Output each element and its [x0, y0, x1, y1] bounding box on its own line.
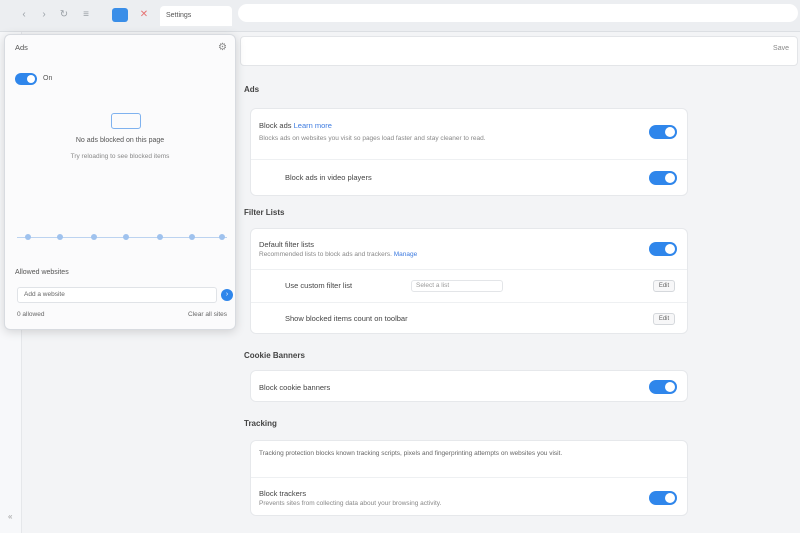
block-ads-label: Block ads: [259, 121, 292, 130]
tracking-card: Tracking protection blocks known trackin…: [250, 440, 688, 516]
block-ads-description: Blocks ads on websites you visit so page…: [259, 135, 486, 142]
popup-title: Ads: [15, 43, 28, 52]
chart-axis: [17, 237, 227, 238]
custom-filter-edit-button[interactable]: Edit: [653, 280, 675, 292]
stop-icon[interactable]: ✕: [138, 9, 150, 21]
extension-icon[interactable]: [112, 8, 128, 22]
block-cookie-banners-toggle[interactable]: [649, 380, 677, 394]
popup-submessage: Try reloading to see blocked items: [70, 153, 170, 160]
video-ads-row: Block ads in video players: [251, 159, 687, 197]
chart-dot: [219, 234, 225, 240]
filter-lists-card: Default filter lists Recommended lists t…: [250, 228, 688, 334]
popup-toggle-label: On: [43, 75, 53, 82]
tracking-description: Tracking protection blocks known trackin…: [259, 450, 563, 457]
allowed-websites-label: Allowed websites: [15, 269, 69, 276]
block-trackers-row: Block trackers Prevents sites from colle…: [251, 477, 687, 517]
popup-activity-chart: [17, 225, 227, 249]
custom-filter-select[interactable]: Select a list: [411, 280, 503, 292]
gear-icon[interactable]: ⚙: [218, 42, 227, 53]
custom-filter-row: Use custom filter list Select a list Edi…: [251, 269, 687, 302]
settings-header-strip: Save: [240, 36, 798, 66]
tracking-info-row: Tracking protection blocks known trackin…: [251, 441, 687, 475]
browser-tab[interactable]: Settings: [160, 6, 232, 26]
menu-icon[interactable]: ≡: [80, 9, 92, 21]
section-title-ads: Ads: [244, 85, 260, 94]
block-cookie-banners-row: Block cookie banners: [251, 371, 687, 403]
browser-toolbar: ‹ › ↻ ≡ ✕ Settings: [0, 0, 800, 32]
save-button[interactable]: Save: [773, 45, 789, 52]
back-arrow-icon[interactable]: ‹: [18, 9, 30, 21]
block-cookie-banners-label: Block cookie banners: [259, 383, 331, 392]
default-filters-label: Default filter lists: [259, 240, 315, 249]
custom-filter-label: Use custom filter list: [285, 281, 353, 290]
manage-link[interactable]: Manage: [394, 251, 418, 258]
default-filters-toggle[interactable]: [649, 242, 677, 256]
popup-enable-toggle[interactable]: [15, 73, 37, 85]
blocked-count-edit-button[interactable]: Edit: [653, 313, 675, 325]
clear-all-sites-link[interactable]: Clear all sites: [188, 311, 227, 318]
block-trackers-label: Block trackers: [259, 489, 307, 498]
blocked-count-row: Show blocked items count on toolbar Edit: [251, 302, 687, 335]
block-trackers-toggle[interactable]: [649, 491, 677, 505]
block-ads-toggle[interactable]: [649, 125, 677, 139]
default-filters-description: Recommended lists to block ads and track…: [259, 251, 392, 258]
add-website-input[interactable]: Add a website: [17, 287, 217, 303]
chart-dot: [57, 234, 63, 240]
video-ads-toggle[interactable]: [649, 171, 677, 185]
ad-blocker-popup: Ads ⚙ On No ads blocked on this page Try…: [4, 34, 236, 330]
block-ads-row: Block ads Learn more Blocks ads on websi…: [251, 109, 687, 159]
blocked-count-label: Show blocked items count on toolbar: [285, 314, 408, 323]
chart-dot: [91, 234, 97, 240]
chart-dot: [157, 234, 163, 240]
chart-dot: [189, 234, 195, 240]
video-ads-label: Block ads in video players: [285, 173, 372, 182]
chart-dot: [123, 234, 129, 240]
refresh-icon[interactable]: ↻: [58, 9, 70, 21]
section-title-cookie-banners: Cookie Banners: [244, 351, 305, 360]
forward-arrow-icon[interactable]: ›: [38, 9, 50, 21]
shield-icon: [111, 113, 141, 129]
address-bar[interactable]: [238, 4, 798, 22]
default-filters-row: Default filter lists Recommended lists t…: [251, 229, 687, 269]
popup-message: No ads blocked on this page: [75, 137, 165, 144]
collapse-icon[interactable]: «: [8, 512, 12, 521]
cookie-banners-card: Block cookie banners: [250, 370, 688, 402]
arrow-right-icon[interactable]: ›: [221, 289, 233, 301]
section-title-filter-lists: Filter Lists: [244, 208, 285, 217]
section-title-tracking: Tracking: [244, 419, 277, 428]
allowed-count: 0 allowed: [17, 311, 45, 318]
block-trackers-description: Prevents sites from collecting data abou…: [259, 500, 442, 507]
ads-card: Block ads Learn more Blocks ads on websi…: [250, 108, 688, 196]
chart-dot: [25, 234, 31, 240]
learn-more-link[interactable]: Learn more: [294, 121, 332, 130]
